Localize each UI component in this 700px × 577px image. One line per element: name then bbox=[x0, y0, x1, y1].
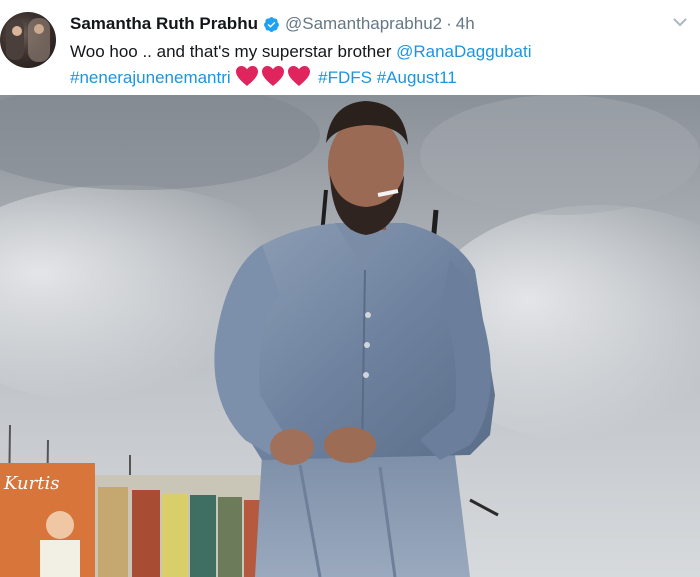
billboard-brand-text: Kurtis bbox=[3, 473, 59, 494]
author-avatar[interactable] bbox=[0, 12, 56, 68]
hashtag-link-august11[interactable]: #August11 bbox=[377, 68, 457, 87]
hashtag-link-fdfs[interactable]: #FDFS bbox=[318, 68, 372, 87]
red-heart-icon bbox=[236, 66, 259, 86]
red-heart-icon bbox=[262, 66, 285, 86]
tweet-text-line2: #nenerajunenemantri #FDFS #August11 bbox=[70, 65, 690, 91]
mention-link[interactable]: @RanaDaggubati bbox=[396, 42, 531, 61]
tweet-card[interactable]: Samantha Ruth Prabhu @Samanthaprabhu2 · … bbox=[0, 0, 700, 577]
tweet-header: Samantha Ruth Prabhu @Samanthaprabhu2 · … bbox=[70, 12, 475, 36]
separator-dot: · bbox=[446, 14, 452, 33]
chevron-down-icon[interactable] bbox=[670, 14, 690, 30]
verified-badge-icon bbox=[264, 16, 279, 32]
author-handle[interactable]: @Samanthaprabhu2 bbox=[285, 14, 442, 34]
tweet-text-line1: Woo hoo .. and that's my superstar broth… bbox=[70, 39, 690, 65]
cutout-photo: Kurtis bbox=[0, 95, 700, 577]
author-name[interactable]: Samantha Ruth Prabhu bbox=[70, 14, 258, 34]
tweet-body-text: Woo hoo .. and that's my superstar broth… bbox=[70, 42, 397, 61]
red-heart-icon bbox=[288, 66, 311, 86]
hearts-emoji bbox=[235, 65, 313, 87]
tweet-timestamp[interactable]: 4h bbox=[456, 14, 475, 34]
tweet-media-photo[interactable]: Kurtis bbox=[0, 95, 700, 577]
tweet-text: Woo hoo .. and that's my superstar broth… bbox=[70, 39, 690, 91]
cloud bbox=[420, 95, 700, 215]
hashtag-link-nenerajunenemantri[interactable]: #nenerajunenemantri bbox=[70, 68, 231, 87]
